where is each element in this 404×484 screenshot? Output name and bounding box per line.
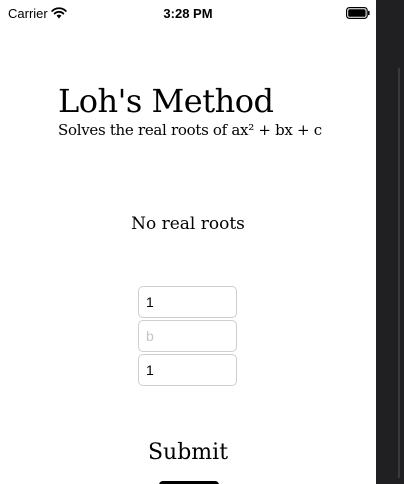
app-title: Loh's Method <box>58 82 274 120</box>
result-label: No real roots <box>131 214 245 234</box>
status-time: 3:28 PM <box>163 6 213 21</box>
submit-button[interactable]: Submit <box>0 440 376 465</box>
coefficient-b-field[interactable] <box>138 320 237 352</box>
status-bar: Carrier 3:28 PM <box>0 0 376 28</box>
coefficient-c-field[interactable] <box>138 354 237 386</box>
simulator-frame-edge <box>376 0 404 484</box>
app-subtitle: Solves the real roots of ax² + bx + c <box>58 121 322 139</box>
frame-divider <box>398 68 400 478</box>
coefficient-a-field[interactable] <box>138 286 237 318</box>
battery-icon <box>346 7 370 19</box>
phone-screen: Carrier 3:28 PM Loh's Method Solves the … <box>0 0 376 484</box>
